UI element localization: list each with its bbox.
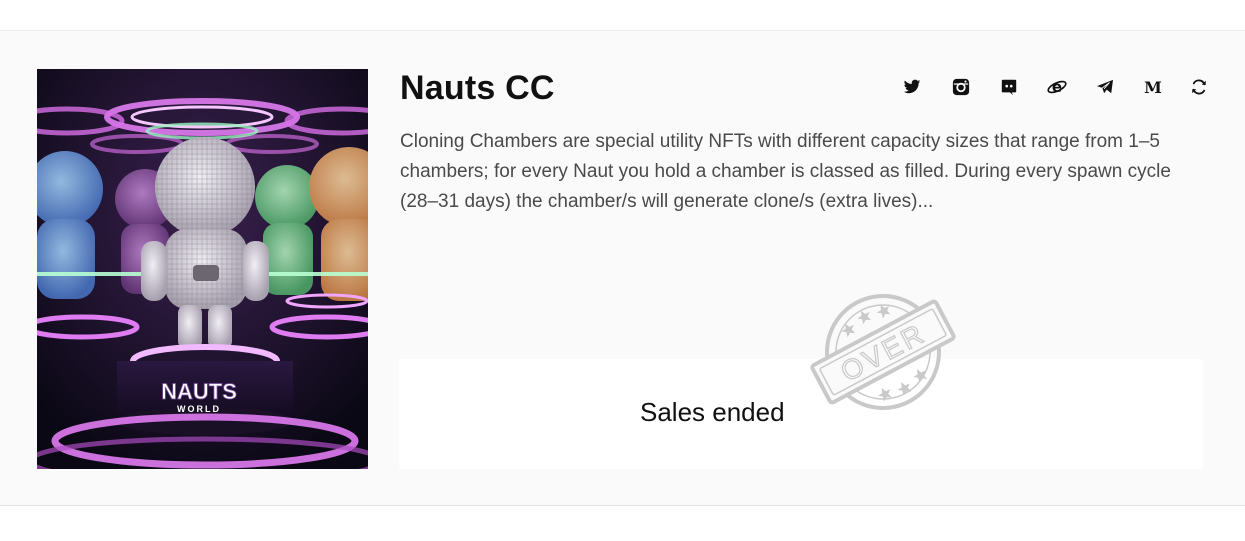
project-card: NAUTS WORLD Nauts CC e M Cloning Chamber… <box>0 30 1245 506</box>
medium-icon[interactable]: M <box>1139 73 1167 101</box>
discord-icon[interactable] <box>995 73 1023 101</box>
sales-status-text: Sales ended <box>640 397 785 427</box>
social-links: e M <box>898 73 1218 101</box>
image-logo-subtext: WORLD <box>177 404 221 414</box>
refresh-icon[interactable] <box>1185 73 1213 101</box>
project-image[interactable]: NAUTS WORLD <box>37 69 368 469</box>
twitter-icon[interactable] <box>898 73 926 101</box>
project-title: Nauts CC <box>400 69 555 107</box>
image-logo-text: NAUTS <box>161 379 237 404</box>
telegram-icon[interactable] <box>1091 73 1119 101</box>
svg-text:e: e <box>1052 78 1062 96</box>
instagram-icon[interactable] <box>947 73 975 101</box>
project-description: Cloning Chambers are special utility NFT… <box>400 131 1171 212</box>
website-icon[interactable]: e <box>1043 73 1071 101</box>
svg-text:M: M <box>1144 79 1162 95</box>
sales-status-panel: Sales ended <box>399 359 1203 469</box>
